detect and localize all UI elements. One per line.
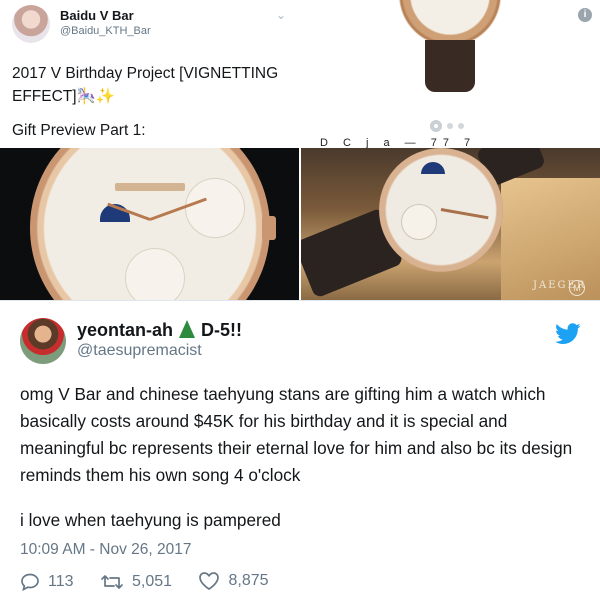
watch-subdial: [185, 178, 245, 238]
carousel-caption: D C j a — 77 7: [320, 137, 477, 148]
watch-crown: [262, 216, 276, 240]
info-icon[interactable]: i: [578, 8, 592, 22]
avatar[interactable]: [20, 318, 66, 364]
reply-icon: [21, 573, 39, 591]
tweet-text: omg V Bar and chinese taehyung stans are…: [20, 384, 573, 485]
watch-logo: [115, 183, 185, 191]
carousel-dot[interactable]: [430, 119, 442, 132]
author-name-suffix[interactable]: D-5!!: [201, 320, 242, 340]
watch-subdial: [125, 248, 185, 300]
christmas-tree-icon: [179, 320, 196, 338]
tweet-photo[interactable]: [0, 148, 299, 300]
author-name-row[interactable]: yeontan-ah D-5!!: [77, 320, 242, 341]
tweet-photo[interactable]: JAEGER M: [301, 148, 600, 300]
carousel-dots[interactable]: [430, 117, 469, 135]
author-name[interactable]: Baidu V Bar: [60, 8, 134, 23]
quoted-tweet[interactable]: Baidu V Bar @Baidu_KTH_Bar ⌄ 2017 V Birt…: [0, 0, 600, 300]
tweet-card[interactable]: yeontan-ah D-5!! @taesupremacist omg V Ba…: [0, 300, 600, 611]
tweet-text-line: 2017 V Birthday Project [VIGNETTING: [12, 65, 279, 82]
author-handle[interactable]: @taesupremacist: [77, 342, 202, 360]
chevron-down-icon[interactable]: ⌄: [276, 8, 286, 22]
avatar[interactable]: [12, 5, 50, 43]
carousel-card[interactable]: i D C j a — 77 7: [300, 0, 600, 148]
reply-button[interactable]: 113: [20, 573, 74, 591]
carousel-dot[interactable]: [458, 122, 464, 129]
carousel-dot[interactable]: [447, 122, 453, 129]
watch-strap: [425, 40, 475, 92]
heart-icon: [199, 572, 220, 590]
watch-subdial: [401, 204, 437, 240]
quoted-tweet-text: 2017 V Birthday Project [VIGNETTING EFFE…: [12, 62, 297, 108]
retweet-icon: [101, 575, 123, 589]
tweet-text-line: EFFECT]🎠✨: [12, 88, 116, 105]
preview-label: Gift Preview Part 1:: [12, 122, 146, 139]
tweet-text: i love when taehyung is pampered: [20, 510, 281, 530]
reply-count: 113: [48, 573, 74, 590]
like-button[interactable]: 8,875: [198, 571, 269, 591]
retweet-button[interactable]: 5,051: [100, 573, 172, 591]
author-handle[interactable]: @Baidu_KTH_Bar: [60, 25, 151, 37]
tweet-actions: 113 5,051 8,875: [20, 571, 291, 596]
author-name[interactable]: yeontan-ah: [77, 320, 173, 340]
box-brand-badge: M: [569, 280, 585, 296]
like-count: 8,875: [228, 572, 269, 589]
twitter-bird-icon[interactable]: [555, 323, 581, 345]
retweet-count: 5,051: [131, 573, 173, 590]
timestamp[interactable]: 10:09 AM - Nov 26, 2017: [20, 541, 191, 559]
quoted-tweet-header: Baidu V Bar @Baidu_KTH_Bar ⌄ 2017 V Birt…: [0, 0, 300, 148]
